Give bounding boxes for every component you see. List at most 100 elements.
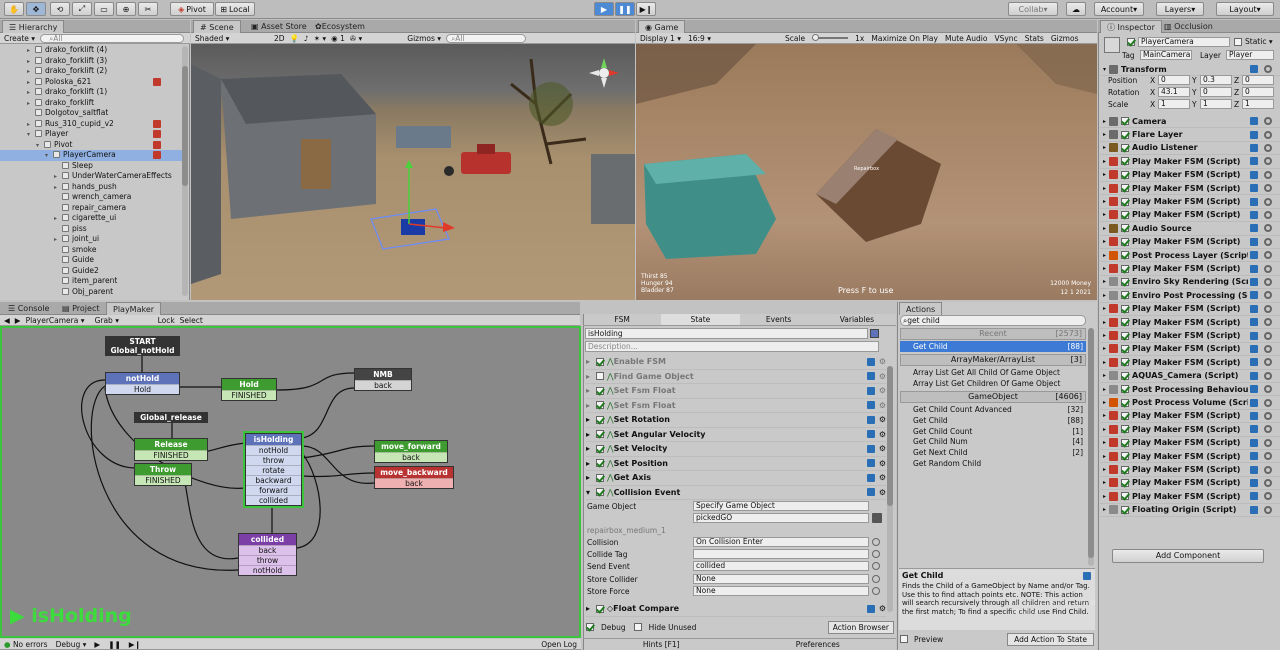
variable-icon[interactable]: [872, 513, 882, 523]
fsm-dropdown[interactable]: Grab ▾: [95, 316, 153, 325]
action-row[interactable]: ▸ ⋀ Set Angular Velocity ⚙: [586, 428, 886, 442]
fold-arrow-icon[interactable]: ▸: [1103, 439, 1106, 446]
tab-state[interactable]: State: [661, 314, 740, 325]
fsm-graph[interactable]: START Global_notHold notHold Hold Hold FINI…: [0, 326, 581, 638]
component-enabled-checkbox[interactable]: [1121, 371, 1130, 380]
picked-object-field[interactable]: pickedGO: [693, 513, 869, 523]
gear-icon[interactable]: [1264, 237, 1272, 246]
layer-dropdown[interactable]: Player: [1226, 50, 1274, 60]
gear-icon[interactable]: [1264, 210, 1272, 219]
fold-arrow-icon[interactable]: ▸: [586, 444, 596, 453]
fold-arrow-icon[interactable]: ▸: [1103, 479, 1106, 486]
reference-icon[interactable]: [1250, 492, 1258, 501]
action-browser-button[interactable]: Action Browser: [827, 620, 894, 634]
account-button[interactable]: Account ▾: [1094, 2, 1144, 16]
component-enabled-checkbox[interactable]: [1121, 492, 1130, 501]
game-object-dropdown[interactable]: Specify Game Object: [693, 501, 869, 511]
state-panel-scrollbar[interactable]: [887, 366, 893, 612]
component-header[interactable]: ▸ Play Maker FSM (Script): [1100, 303, 1280, 316]
reference-icon[interactable]: [1250, 65, 1258, 74]
gear-icon[interactable]: [1264, 465, 1272, 474]
hierarchy-scroll-thumb[interactable]: [182, 66, 188, 186]
action-enabled-checkbox[interactable]: [596, 386, 604, 395]
fold-arrow-icon[interactable]: ▸: [586, 386, 596, 395]
action-enabled-checkbox[interactable]: [596, 415, 604, 424]
edit-icon[interactable]: [866, 401, 875, 410]
fold-arrow-icon[interactable]: ▸: [586, 473, 596, 482]
hide-unused-checkbox[interactable]: [633, 623, 642, 631]
add-component-button[interactable]: Add Component: [1112, 549, 1264, 563]
component-header[interactable]: ▸ Post Process Volume (Script): [1100, 396, 1280, 410]
rotate-tool-button[interactable]: ⟲: [50, 2, 70, 16]
component-enabled-checkbox[interactable]: [1121, 170, 1130, 179]
tab-actions[interactable]: Actions: [899, 302, 943, 315]
hierarchy-item[interactable]: Dolgotov_saltflat: [0, 108, 183, 119]
fold-arrow-icon[interactable]: ▸: [1103, 118, 1106, 125]
action-row[interactable]: ▸ ⋀ Set Fsm Float ⚙: [586, 384, 886, 399]
gear-icon[interactable]: [1264, 371, 1272, 380]
state-collided[interactable]: collided back throw notHold: [238, 533, 297, 576]
tab-ecosystem[interactable]: ✿Ecosystem: [309, 20, 371, 33]
action-list-item[interactable]: Get Child Count [1]: [913, 427, 1083, 436]
fold-arrow-icon[interactable]: ▸: [1103, 225, 1106, 232]
create-dropdown[interactable]: Create ▾: [4, 34, 35, 43]
play-button[interactable]: ▶: [594, 2, 614, 16]
action-row[interactable]: ▸ ⋀ Set Position ⚙: [586, 457, 886, 471]
hierarchy-item[interactable]: ▾ PlayerCamera: [0, 150, 183, 161]
component-enabled-checkbox[interactable]: [1121, 291, 1130, 300]
collision-field-dropdown[interactable]: collided: [693, 561, 869, 572]
fold-arrow-icon[interactable]: ▸: [1103, 412, 1106, 419]
collision-field-dropdown[interactable]: [693, 549, 869, 560]
component-header[interactable]: ▸ Audio Listener: [1100, 142, 1280, 156]
actions-scrollbar[interactable]: [1088, 328, 1094, 566]
transform-y-input[interactable]: 1: [1200, 99, 1232, 109]
fold-arrow-icon[interactable]: ▸: [1103, 319, 1106, 326]
scene-orientation-gizmo[interactable]: [589, 58, 619, 88]
component-enabled-checkbox[interactable]: [1121, 304, 1130, 313]
move-tool-button[interactable]: ✥: [26, 2, 46, 16]
hierarchy-item[interactable]: ▾ Player: [0, 129, 183, 140]
preview-checkbox[interactable]: [900, 635, 908, 643]
hierarchy-item[interactable]: smoke: [0, 245, 183, 256]
reference-icon[interactable]: [1250, 210, 1258, 219]
open-log-button[interactable]: Open Log: [541, 640, 577, 649]
reference-icon[interactable]: [1250, 304, 1258, 313]
fold-arrow-icon[interactable]: ▸: [586, 401, 596, 410]
component-enabled-checkbox[interactable]: [1121, 197, 1130, 206]
state-description-input[interactable]: Description...: [585, 341, 879, 352]
hierarchy-item[interactable]: ▸ drako_forklift (4): [0, 45, 183, 56]
hierarchy-item[interactable]: ▸ drako_forklift (1): [0, 87, 183, 98]
fold-arrow-icon[interactable]: ▸: [1103, 278, 1106, 285]
game-view[interactable]: Repairbox Thirst 85 Hunger 94 Bladder 87…: [636, 44, 1097, 300]
fold-arrow-icon[interactable]: ▸: [1103, 171, 1106, 178]
fold-arrow-icon[interactable]: ▸: [1103, 252, 1106, 259]
gear-icon[interactable]: [1264, 438, 1272, 447]
pm-step-button[interactable]: ▶❙: [129, 640, 141, 649]
scale-slider[interactable]: [812, 34, 849, 41]
step-button[interactable]: ▶❙: [636, 2, 656, 16]
static-label[interactable]: Static ▾: [1245, 37, 1273, 46]
reference-icon[interactable]: [1250, 398, 1258, 407]
gear-icon[interactable]: [1264, 130, 1272, 139]
reference-icon[interactable]: [1250, 184, 1258, 193]
fold-arrow-icon[interactable]: ▾: [586, 488, 596, 497]
component-header[interactable]: ▸ Play Maker FSM (Script): [1100, 195, 1280, 209]
local-button[interactable]: ⊞ Local: [215, 2, 255, 16]
state-move-backward[interactable]: move_backward back: [374, 466, 454, 489]
tab-hierarchy[interactable]: ☰ Hierarchy: [2, 20, 65, 33]
variable-icon[interactable]: [872, 538, 880, 546]
hierarchy-scrollbar[interactable]: [182, 46, 188, 296]
component-header[interactable]: ▸ Play Maker FSM (Script): [1100, 316, 1280, 330]
hierarchy-search-input[interactable]: ⌕All: [40, 33, 184, 43]
preferences-button[interactable]: Preferences: [740, 639, 897, 650]
fold-arrow-icon[interactable]: ▸: [1103, 466, 1106, 473]
pm-play-button[interactable]: ▶: [94, 640, 100, 649]
state-isHolding[interactable]: isHolding notHold throw rotate backward forw…: [243, 431, 304, 508]
hierarchy-item[interactable]: ▸ joint_ui: [0, 234, 183, 245]
transform-y-input[interactable]: 0.3: [1200, 75, 1232, 85]
reference-icon[interactable]: [1250, 264, 1258, 273]
component-header[interactable]: ▸ Play Maker FSM (Script): [1100, 182, 1280, 196]
gear-icon[interactable]: [1264, 224, 1272, 233]
edit-icon[interactable]: [866, 459, 875, 468]
component-enabled-checkbox[interactable]: [1121, 425, 1130, 434]
